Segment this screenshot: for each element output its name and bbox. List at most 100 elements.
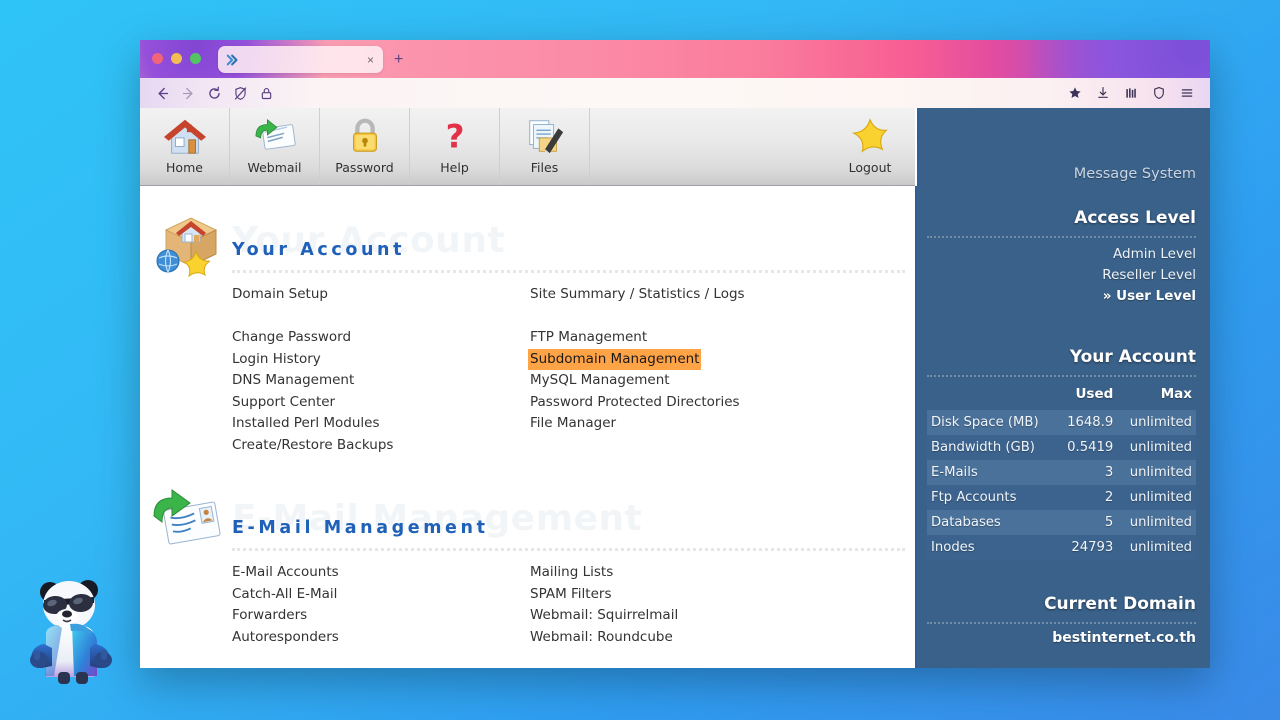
link-spacer bbox=[232, 306, 530, 328]
toolbar-label: Files bbox=[530, 160, 559, 175]
close-window-button[interactable] bbox=[152, 53, 163, 64]
downloads-icon[interactable] bbox=[1090, 80, 1116, 106]
star-icon bbox=[847, 115, 893, 157]
usage-max: unlimited bbox=[1117, 485, 1196, 510]
usage-used: 0.5419 bbox=[1056, 435, 1118, 460]
back-arrow-icon[interactable] bbox=[149, 80, 175, 106]
usage-used: 3 bbox=[1056, 460, 1118, 485]
link-webmail-roundcube[interactable]: Webmail: Roundcube bbox=[530, 627, 673, 649]
house-icon bbox=[162, 115, 208, 157]
table-row: Disk Space (MB) 1648.9 unlimited bbox=[927, 410, 1196, 435]
menu-icon[interactable] bbox=[1174, 80, 1200, 106]
link-mysql-management[interactable]: MySQL Management bbox=[530, 370, 670, 392]
table-row: Ftp Accounts 2 unlimited bbox=[927, 485, 1196, 510]
link-site-summary-statistics-logs[interactable]: Site Summary / Statistics / Logs bbox=[530, 284, 745, 306]
browser-toolbar-right bbox=[1062, 78, 1200, 108]
link-file-manager[interactable]: File Manager bbox=[530, 413, 616, 435]
usage-max: unlimited bbox=[1117, 510, 1196, 535]
toolbar-label: Logout bbox=[848, 160, 892, 175]
section-email-management: E-Mail Management E-Mail Management E-Ma… bbox=[140, 482, 915, 648]
toolbar-item-files[interactable]: Files bbox=[500, 108, 590, 185]
link-login-history[interactable]: Login History bbox=[232, 349, 321, 371]
access-level-user[interactable]: » User Level bbox=[927, 286, 1196, 307]
toolbar-item-webmail[interactable]: Webmail bbox=[230, 108, 320, 185]
usage-name: E-Mails bbox=[927, 460, 1057, 485]
link-support-center[interactable]: Support Center bbox=[232, 392, 335, 414]
toolbar-item-home[interactable]: Home bbox=[140, 108, 230, 185]
reload-icon[interactable] bbox=[201, 80, 227, 106]
browser-tab[interactable]: × bbox=[218, 46, 383, 73]
usage-name: Disk Space (MB) bbox=[927, 410, 1057, 435]
section-header: E-Mail Management E-Mail Management bbox=[140, 482, 915, 562]
your-account-heading: Your Account bbox=[1069, 347, 1196, 367]
directadmin-logo-icon bbox=[225, 52, 240, 67]
svg-text:?: ? bbox=[445, 117, 464, 155]
link-autoresponders[interactable]: Autoresponders bbox=[232, 627, 339, 649]
section-title: Your Account bbox=[232, 240, 406, 260]
usage-name: Bandwidth (GB) bbox=[927, 435, 1057, 460]
directadmin-toolbar: Home Webmail Password ? Help Files Logou… bbox=[140, 108, 915, 186]
table-row: Inodes 24793 unlimited bbox=[927, 535, 1196, 560]
directadmin-main: Your Account Your Account Domain Setup C… bbox=[140, 108, 1210, 668]
link-password-protected-directories[interactable]: Password Protected Directories bbox=[530, 392, 740, 414]
link-spam-filters[interactable]: SPAM Filters bbox=[530, 584, 612, 606]
link-forwarders[interactable]: Forwarders bbox=[232, 605, 307, 627]
link-column-left: Domain Setup Change Password Login Histo… bbox=[232, 284, 530, 456]
toolbar-item-help[interactable]: ? Help bbox=[410, 108, 500, 185]
maximize-window-button[interactable] bbox=[190, 53, 201, 64]
browser-title-bar: × + bbox=[140, 40, 1210, 78]
link-column-right: Mailing Lists SPAM Filters Webmail: Squi… bbox=[530, 562, 828, 648]
sidebar-divider bbox=[927, 375, 1196, 377]
usage-col-max: Max bbox=[1160, 386, 1192, 402]
link-create-restore-backups[interactable]: Create/Restore Backups bbox=[232, 435, 393, 457]
link-installed-perl-modules[interactable]: Installed Perl Modules bbox=[232, 413, 380, 435]
directadmin-content: Your Account Your Account Domain Setup C… bbox=[140, 186, 915, 668]
usage-name: Ftp Accounts bbox=[927, 485, 1057, 510]
panda-mascot bbox=[24, 572, 124, 684]
link-column-right: Site Summary / Statistics / Logs FTP Man… bbox=[528, 284, 828, 456]
sidebar-divider bbox=[927, 236, 1196, 238]
link-grid: Domain Setup Change Password Login Histo… bbox=[140, 284, 915, 456]
close-icon[interactable]: × bbox=[365, 54, 376, 66]
box-house-globe-star-icon bbox=[152, 208, 230, 280]
toolbar-label: Webmail bbox=[247, 160, 302, 175]
shield-icon[interactable] bbox=[1146, 80, 1172, 106]
access-level-admin[interactable]: Admin Level bbox=[927, 244, 1196, 265]
link-webmail-squirrelmail[interactable]: Webmail: Squirrelmail bbox=[530, 605, 678, 627]
forward-arrow-icon[interactable] bbox=[175, 80, 201, 106]
access-level-reseller[interactable]: Reseller Level bbox=[927, 265, 1196, 286]
link-change-password[interactable]: Change Password bbox=[232, 327, 351, 349]
link-email-accounts[interactable]: E-Mail Accounts bbox=[232, 562, 339, 584]
link-ftp-management[interactable]: FTP Management bbox=[530, 327, 647, 349]
padlock-icon bbox=[342, 115, 388, 157]
link-mailing-lists[interactable]: Mailing Lists bbox=[530, 562, 613, 584]
lock-icon[interactable] bbox=[253, 80, 279, 106]
toolbar-item-logout[interactable]: Logout bbox=[825, 108, 915, 185]
link-domain-setup[interactable]: Domain Setup bbox=[232, 284, 328, 306]
usage-max: unlimited bbox=[1117, 460, 1196, 485]
link-subdomain-management[interactable]: Subdomain Management bbox=[528, 348, 702, 370]
toolbar-item-password[interactable]: Password bbox=[320, 108, 410, 185]
shield-off-icon[interactable] bbox=[227, 80, 253, 106]
sidebar-divider bbox=[927, 622, 1196, 624]
section-header: Your Account Your Account bbox=[140, 204, 915, 284]
new-tab-button[interactable]: + bbox=[394, 51, 403, 68]
link-catch-all-email[interactable]: Catch-All E-Mail bbox=[232, 584, 337, 606]
usage-used: 1648.9 bbox=[1056, 410, 1118, 435]
toolbar-label: Password bbox=[335, 160, 394, 175]
bookmark-star-icon[interactable] bbox=[1062, 80, 1088, 106]
link-grid: E-Mail Accounts Catch-All E-Mail Forward… bbox=[140, 562, 915, 648]
toolbar-label: Home bbox=[166, 160, 203, 175]
browser-nav-bar bbox=[140, 78, 1210, 108]
usage-max: unlimited bbox=[1117, 435, 1196, 460]
usage-used: 2 bbox=[1056, 485, 1118, 510]
minimize-window-button[interactable] bbox=[171, 53, 182, 64]
toolbar-label: Help bbox=[440, 160, 469, 175]
link-column-left: E-Mail Accounts Catch-All E-Mail Forward… bbox=[232, 562, 530, 648]
documents-pen-icon bbox=[522, 115, 568, 157]
usage-table-header-row: Used Max bbox=[927, 383, 1196, 410]
library-icon[interactable] bbox=[1118, 80, 1144, 106]
link-dns-management[interactable]: DNS Management bbox=[232, 370, 354, 392]
message-system-link[interactable]: Message System bbox=[929, 108, 1196, 182]
